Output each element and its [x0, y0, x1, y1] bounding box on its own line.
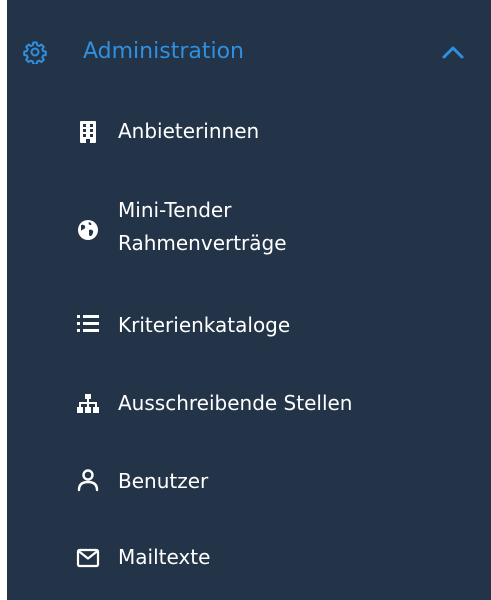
globe-icon [76, 218, 100, 242]
sidebar-item-mailtexte[interactable]: Mailtexte [7, 538, 491, 578]
sidebar-item-label: Ausschreibende Stellen [118, 391, 353, 415]
sidebar-item-kriterienkataloge[interactable]: Kriterienkataloge [7, 306, 491, 346]
sidebar-item-label: Kriterienkataloge [118, 313, 291, 337]
user-icon [76, 468, 100, 492]
administration-group-title: Administration [83, 39, 244, 64]
sidebar-item-label: Mailtexte [118, 545, 211, 569]
sidebar-item-mini-tender-rahmenvertraege[interactable]: Mini-Tender Rahmenverträge [7, 194, 491, 266]
list-icon [76, 312, 100, 336]
sidebar-item-label: Anbieterinnen [118, 119, 260, 143]
sidebar: Administration Anbieterinnen Mini-Tender… [7, 0, 491, 600]
gear-icon [23, 40, 47, 66]
sitemap-icon [76, 392, 100, 416]
sidebar-item-label: Mini-Tender Rahmenverträge [118, 198, 287, 255]
sidebar-item-label: Benutzer [118, 469, 209, 493]
envelope-icon [76, 546, 100, 570]
building-icon [76, 120, 100, 144]
sidebar-item-benutzer[interactable]: Benutzer [7, 462, 491, 502]
chevron-up-icon[interactable] [441, 41, 465, 63]
sidebar-item-ausschreibende-stellen[interactable]: Ausschreibende Stellen [7, 384, 491, 424]
sidebar-item-anbieterinnen[interactable]: Anbieterinnen [7, 112, 491, 152]
administration-group-header[interactable]: Administration [7, 22, 491, 84]
